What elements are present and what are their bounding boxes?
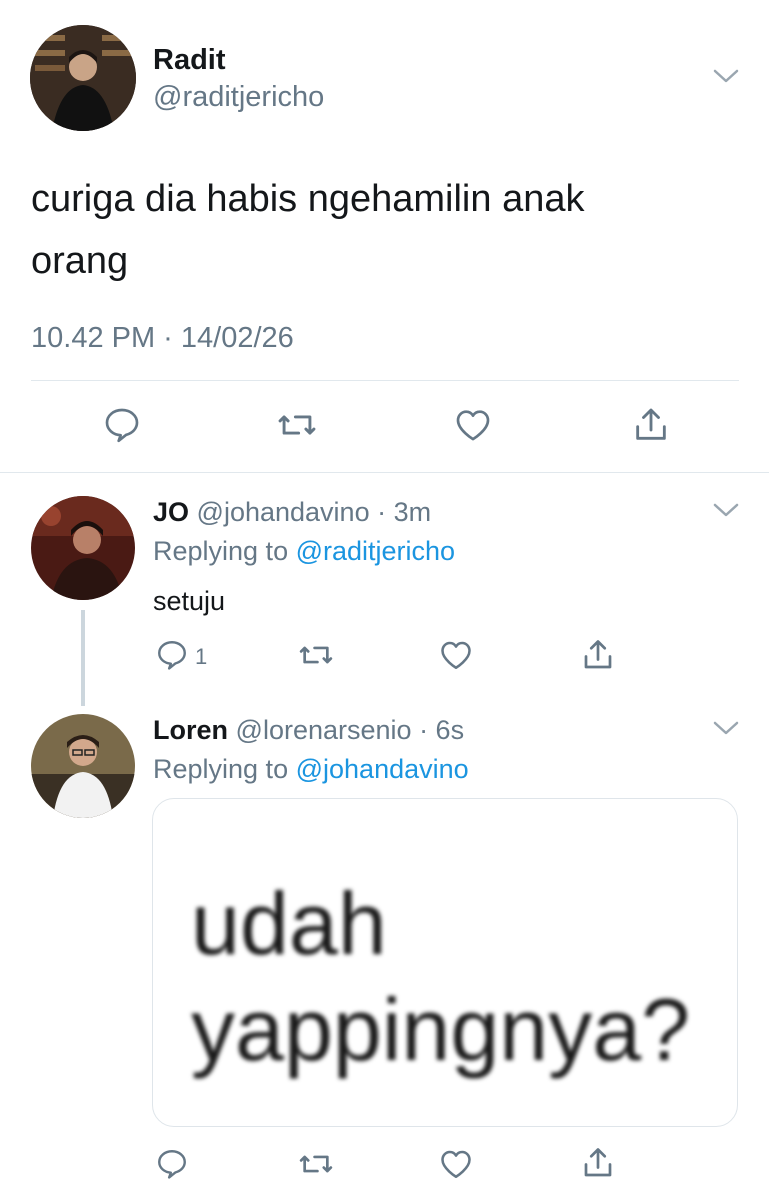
reply-icon[interactable] (102, 405, 142, 445)
replying-to-handle[interactable]: @johandavino (296, 754, 469, 784)
reply-icon[interactable] (154, 1147, 190, 1181)
tweet-text-line: orang (31, 240, 129, 282)
author-handle[interactable]: @johandavino (197, 497, 370, 527)
chevron-down-icon[interactable] (712, 500, 740, 520)
image-text-line: udah (191, 874, 387, 973)
replying-label: Replying to (153, 536, 289, 566)
retweet-icon[interactable] (297, 1147, 335, 1181)
tweet-timestamp: 10.42 PM · 14/02/26 (31, 322, 294, 354)
like-icon[interactable] (437, 637, 475, 673)
share-icon[interactable] (580, 636, 616, 674)
reply-count: 1 (195, 644, 208, 669)
like-icon[interactable] (437, 1146, 475, 1182)
media-image[interactable]: udah yappingnya? (152, 798, 738, 1127)
author-name[interactable]: Loren (153, 715, 228, 745)
replying-to-handle[interactable]: @raditjericho (296, 536, 455, 566)
tweet-text: curiga dia habis ngehamilin anak orang (31, 168, 731, 292)
reply-header: Loren @lorenarsenio · 6s (153, 715, 464, 746)
thread-line (81, 610, 85, 706)
replying-label: Replying to (153, 754, 289, 784)
author-name[interactable]: Radit (153, 44, 226, 77)
replying-to: Replying to @raditjericho (153, 536, 455, 567)
avatar-loren[interactable] (31, 714, 135, 818)
reply-text: setuju (153, 586, 226, 616)
reply-time: · 6s (419, 715, 465, 745)
chevron-down-icon[interactable] (712, 718, 740, 738)
image-text: udah yappingnya? (191, 871, 690, 1083)
reply-header: JO @johandavino · 3m (153, 497, 431, 528)
author-name[interactable]: JO (153, 497, 189, 527)
share-icon[interactable] (631, 404, 671, 446)
reply-icon[interactable] (154, 638, 190, 672)
avatar-jo[interactable] (31, 496, 135, 600)
chevron-down-icon[interactable] (712, 66, 740, 86)
like-icon[interactable] (452, 405, 494, 445)
tweet-text-line: curiga dia habis ngehamilin anak (31, 178, 585, 220)
replying-to: Replying to @johandavino (153, 754, 469, 785)
image-text-line: yappingnya? (191, 980, 691, 1079)
section-divider (0, 472, 769, 473)
reply-time: · 3m (377, 497, 432, 527)
author-handle[interactable]: @raditjericho (153, 81, 324, 114)
author-handle[interactable]: @lorenarsenio (236, 715, 412, 745)
divider (31, 380, 739, 381)
retweet-icon[interactable] (276, 405, 318, 445)
share-icon[interactable] (580, 1144, 616, 1182)
retweet-icon[interactable] (297, 638, 335, 672)
avatar-radit[interactable] (30, 25, 136, 131)
